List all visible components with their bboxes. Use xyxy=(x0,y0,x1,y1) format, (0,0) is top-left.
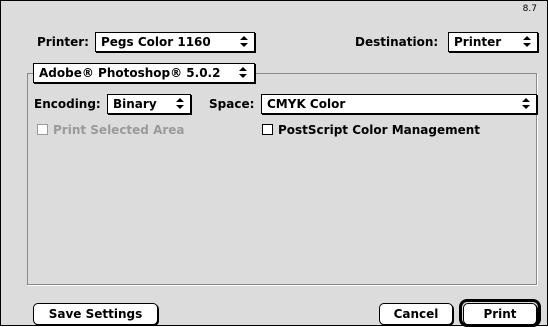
print-selected-area-checkbox[interactable]: Print Selected Area xyxy=(37,122,185,138)
encoding-popup[interactable]: Binary xyxy=(107,94,191,114)
space-label: Space: xyxy=(209,97,255,111)
postscript-color-management-label: PostScript Color Management xyxy=(278,123,481,137)
printer-label: Printer: xyxy=(37,35,89,49)
up-down-arrows-icon xyxy=(240,36,248,47)
encoding-popup-value: Binary xyxy=(113,97,157,111)
print-selected-area-label: Print Selected Area xyxy=(53,123,185,137)
checkbox-box xyxy=(37,124,48,135)
version-label: 8.7 xyxy=(522,4,537,14)
space-popup-value: CMYK Color xyxy=(267,97,346,111)
encoding-label: Encoding: xyxy=(34,97,101,111)
destination-popup[interactable]: Printer xyxy=(448,32,538,52)
printer-popup[interactable]: Pegs Color 1160 xyxy=(95,32,255,52)
plugin-popup-value: Adobe® Photoshop® 5.0.2 xyxy=(39,66,221,80)
postscript-color-management-checkbox[interactable]: PostScript Color Management xyxy=(262,122,480,138)
printer-popup-value: Pegs Color 1160 xyxy=(101,35,211,49)
save-settings-button[interactable]: Save Settings xyxy=(33,303,158,325)
print-dialog: 8.7 Printer: Pegs Color 1160 Destination… xyxy=(0,0,548,327)
print-button[interactable]: Print xyxy=(463,303,537,325)
plugin-popup[interactable]: Adobe® Photoshop® 5.0.2 xyxy=(33,63,255,83)
cancel-button[interactable]: Cancel xyxy=(379,303,453,325)
up-down-arrows-icon xyxy=(176,98,184,109)
space-popup[interactable]: CMYK Color xyxy=(261,94,537,114)
checkbox-box xyxy=(262,124,273,135)
destination-popup-value: Printer xyxy=(454,35,502,49)
up-down-arrows-icon xyxy=(523,36,531,47)
up-down-arrows-icon xyxy=(522,98,530,109)
destination-label: Destination: xyxy=(355,35,439,49)
up-down-arrows-icon xyxy=(239,67,247,78)
